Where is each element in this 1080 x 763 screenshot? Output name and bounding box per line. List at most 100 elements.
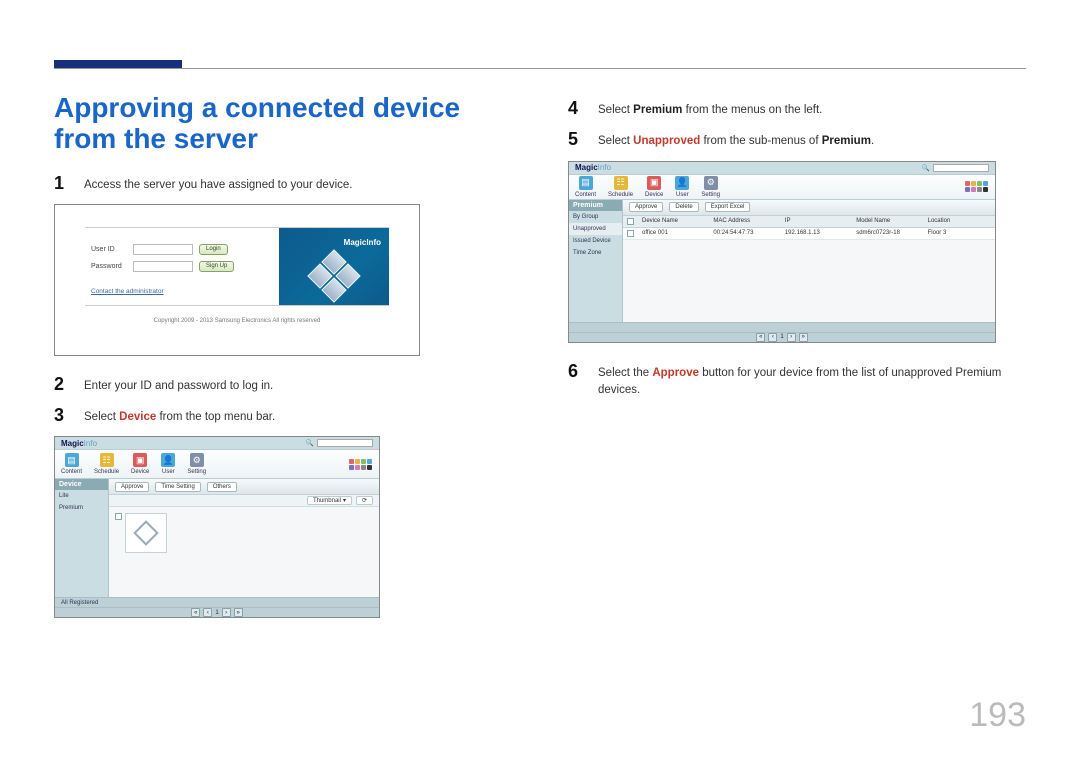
step-number: 5 [568, 129, 584, 148]
step-3: 3 Select Device from the top menu bar. [54, 405, 512, 426]
device-thumbnail[interactable] [125, 513, 167, 553]
signup-button[interactable]: Sign Up [199, 261, 234, 272]
chevron-down-icon: ▾ [343, 497, 346, 504]
step-6: 6 Select the Approve button for your dev… [568, 361, 1026, 400]
col-model: Model Name [852, 216, 923, 227]
step-number: 1 [54, 173, 70, 192]
delete-button[interactable]: Delete [669, 202, 698, 212]
schedule-icon: ☷ [100, 453, 114, 467]
sidebar-item-issued[interactable]: Issued Device [569, 235, 622, 247]
figure-unapproved-list-view: MagicInfo 🔍 ▤Content ☷Schedule ▣Device 👤… [568, 161, 996, 343]
approve-button[interactable]: Approve [115, 482, 149, 492]
table-header: Device Name MAC Address IP Model Name Lo… [623, 216, 995, 228]
sidebar: Device Lite Premium [55, 479, 109, 597]
nav-setting[interactable]: ⚙Setting [187, 453, 206, 475]
left-column: Approving a connected device from the se… [54, 92, 512, 703]
search-input[interactable] [317, 439, 373, 447]
col-mac: MAC Address [709, 216, 780, 227]
toolbar: Approve Time Setting Others [109, 479, 379, 495]
sidebar-title: Device [55, 479, 108, 490]
select-checkbox[interactable] [115, 513, 122, 520]
sidebar-item-timezone[interactable]: Time Zone [569, 247, 622, 259]
page-prev-button[interactable]: ‹ [768, 333, 777, 342]
user-icon: 👤 [675, 176, 689, 190]
refresh-icon: ⟳ [362, 497, 367, 504]
nav-user[interactable]: 👤User [161, 453, 175, 475]
nav-device[interactable]: ▣Device [645, 176, 663, 198]
color-palette-icon[interactable] [349, 459, 373, 470]
step-text: Enter your ID and password to log in. [84, 374, 273, 395]
page-current: 1 [780, 334, 783, 340]
password-label: Password [91, 263, 127, 270]
figure-login-screen: User ID Login Password Sign Up Contact t… [54, 204, 420, 356]
row-checkbox[interactable] [627, 230, 634, 237]
nav-schedule[interactable]: ☷Schedule [608, 176, 633, 198]
pagination: « ‹ 1 › » [55, 607, 379, 617]
copyright-text: Copyright 2009 - 2013 Samsung Electronic… [85, 318, 389, 324]
page-last-button[interactable]: » [799, 333, 808, 342]
nav-content[interactable]: ▤Content [575, 176, 596, 198]
search-input[interactable] [933, 164, 989, 172]
setting-icon: ⚙ [704, 176, 718, 190]
cell-ip: 192.168.1.13 [781, 228, 852, 239]
page-last-button[interactable]: » [234, 608, 243, 617]
cell-location: Floor 3 [924, 228, 995, 239]
page-prev-button[interactable]: ‹ [203, 608, 212, 617]
step-text: Select the Approve button for your devic… [598, 361, 1026, 400]
brand-logo-icon [309, 253, 359, 303]
page-next-button[interactable]: › [222, 608, 231, 617]
approve-button[interactable]: Approve [629, 202, 663, 212]
col-device-name: Device Name [638, 216, 709, 227]
top-nav: ▤Content ☷Schedule ▣Device 👤User ⚙Settin… [55, 449, 379, 479]
step-text: Access the server you have assigned to y… [84, 173, 352, 194]
content-icon: ▤ [65, 453, 79, 467]
sidebar: Premium By Group Unapproved Issued Devic… [569, 200, 623, 322]
contact-admin-link[interactable]: Contact the administrator [91, 288, 164, 295]
select-all-checkbox[interactable] [627, 218, 634, 225]
login-button[interactable]: Login [199, 244, 228, 255]
page-number: 193 [969, 696, 1026, 735]
figure-device-thumbnail-view: MagicInfo 🔍 ▤Content ☷Schedule ▣Device 👤… [54, 436, 380, 618]
content-icon: ▤ [579, 176, 593, 190]
sidebar-item-premium[interactable]: Premium [55, 502, 108, 514]
sidebar-item-bygroup[interactable]: By Group [569, 211, 622, 223]
cell-mac: 00:24:54:47:73 [709, 228, 780, 239]
nav-content[interactable]: ▤Content [61, 453, 82, 475]
footer-status-row: All Registered [55, 597, 379, 607]
footer-status-row [569, 322, 995, 332]
nav-schedule[interactable]: ☷Schedule [94, 453, 119, 475]
view-thumbnail-chip[interactable]: Thumbnail ▾ [307, 496, 352, 505]
step-number: 4 [568, 98, 584, 117]
password-input[interactable] [133, 261, 193, 272]
refresh-button[interactable]: ⟳ [356, 496, 373, 505]
col-location: Location [924, 216, 995, 227]
page-first-button[interactable]: « [756, 333, 765, 342]
export-button[interactable]: Export Excel [705, 202, 751, 212]
sidebar-item-lite[interactable]: Lite [55, 490, 108, 502]
step-4: 4 Select Premium from the menus on the l… [568, 98, 1026, 119]
nav-user[interactable]: 👤User [675, 176, 689, 198]
toolbar: Approve Delete Export Excel [623, 200, 995, 216]
sidebar-title: Premium [569, 200, 622, 211]
page-first-button[interactable]: « [191, 608, 200, 617]
page-current: 1 [215, 610, 218, 616]
section-tab-marker [54, 60, 182, 68]
color-palette-icon[interactable] [965, 181, 989, 192]
nav-setting[interactable]: ⚙Setting [701, 176, 720, 198]
page-next-button[interactable]: › [787, 333, 796, 342]
schedule-icon: ☷ [614, 176, 628, 190]
section-title: Approving a connected device from the se… [54, 92, 512, 155]
nav-device[interactable]: ▣Device [131, 453, 149, 475]
setting-icon: ⚙ [190, 453, 204, 467]
cell-device-name: office 001 [638, 228, 709, 239]
others-button[interactable]: Others [207, 482, 237, 492]
table-row[interactable]: office 001 00:24:54:47:73 192.168.1.13 s… [623, 228, 995, 240]
right-column: 4 Select Premium from the menus on the l… [568, 92, 1026, 703]
sidebar-item-unapproved[interactable]: Unapproved [569, 223, 622, 235]
brand-text: MagicInfo [344, 238, 381, 247]
user-id-input[interactable] [133, 244, 193, 255]
step-text: Select Device from the top menu bar. [84, 405, 275, 426]
time-setting-button[interactable]: Time Setting [155, 482, 200, 492]
step-text: Select Unapproved from the sub-menus of … [598, 129, 874, 150]
device-icon: ▣ [647, 176, 661, 190]
